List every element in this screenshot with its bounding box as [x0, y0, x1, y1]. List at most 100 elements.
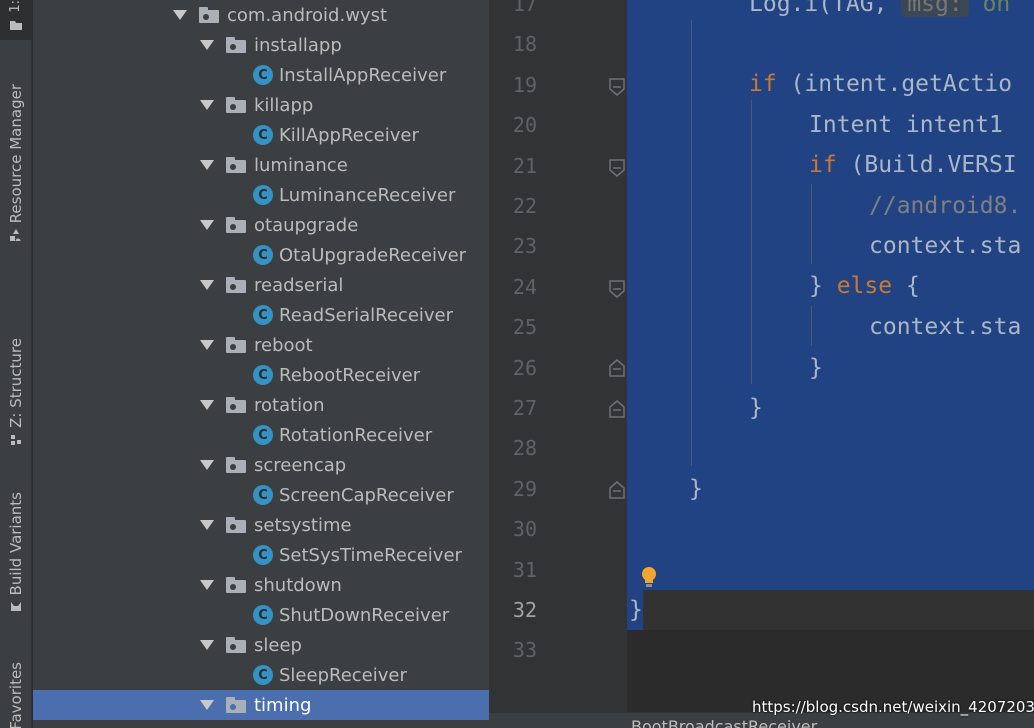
code-line-19: if (intent.getActio: [749, 64, 1012, 104]
tree-label: screencap: [254, 454, 347, 476]
tree-row-package[interactable]: installapp: [33, 30, 489, 60]
favorites-tab[interactable]: Favorites: [0, 662, 32, 728]
package-icon: [226, 457, 246, 473]
keyword: else: [836, 273, 893, 299]
fold-close-icon[interactable]: [608, 359, 626, 377]
tree-row-package[interactable]: reboot: [33, 330, 489, 360]
tree-label: timing: [254, 694, 312, 716]
keyword: if: [809, 152, 837, 178]
package-icon: [226, 217, 246, 233]
tree-row-package[interactable]: killapp: [33, 90, 489, 120]
tree-row-class[interactable]: C ScreenCapReceiver: [33, 480, 489, 510]
parameter-hint: msg:: [901, 0, 969, 17]
watermark: https://blog.csdn.net/weixin_42072033: [752, 698, 1034, 716]
project-tree-panel: com.android.wyst installapp C InstallAppRe…: [33, 0, 489, 728]
expand-arrow-icon[interactable]: [200, 100, 214, 110]
structure-tab[interactable]: Z: Structure: [0, 338, 32, 454]
fold-open-icon[interactable]: [608, 280, 626, 298]
line-number: 31: [512, 557, 537, 582]
code-text: (Build.VERSI: [836, 152, 1017, 178]
tree-row-package[interactable]: setsystime: [33, 510, 489, 540]
line-number: 17: [512, 0, 537, 16]
tree-row-class[interactable]: C KillAppReceiver: [33, 120, 489, 150]
tree-row-class[interactable]: C RotationReceiver: [33, 420, 489, 450]
tree-row-class[interactable]: C SetSysTimeReceiver: [33, 540, 489, 570]
tree-label: luminance: [254, 154, 348, 176]
fold-open-icon[interactable]: [608, 159, 626, 177]
tree-label: KillAppReceiver: [279, 124, 419, 146]
class-icon: C: [253, 545, 273, 565]
expand-arrow-icon[interactable]: [200, 640, 214, 650]
tree-row-class[interactable]: C ReadSerialReceiver: [33, 300, 489, 330]
expand-arrow-icon[interactable]: [200, 340, 214, 350]
tree-row-class[interactable]: C OtaUpgradeReceiver: [33, 240, 489, 270]
tree-label: reboot: [254, 334, 313, 356]
expand-arrow-icon[interactable]: [173, 10, 187, 20]
code-line-21: if (Build.VERSI: [809, 145, 1017, 185]
line-number: 28: [512, 436, 537, 461]
tree-row-class[interactable]: C RebootReceiver: [33, 360, 489, 390]
fold-close-icon[interactable]: [608, 481, 626, 499]
tree-row-class[interactable]: C SleepReceiver: [33, 660, 489, 690]
tree-row-class[interactable]: C InstallAppReceiver: [33, 60, 489, 90]
expand-arrow-icon[interactable]: [200, 400, 214, 410]
tree-row-class[interactable]: C LuminanceReceiver: [33, 180, 489, 210]
tree-label: ReadSerialReceiver: [279, 304, 454, 326]
code-line-22: //android8.: [869, 193, 1022, 219]
resource-manager-tab[interactable]: Resource Manager: [0, 84, 32, 254]
expand-arrow-icon[interactable]: [200, 700, 214, 710]
build-variants-label: Build Variants: [7, 492, 25, 596]
code-text: {: [892, 273, 920, 299]
line-number: 24: [512, 274, 537, 299]
folder-icon: [10, 20, 22, 30]
code-line-29: }: [689, 476, 703, 502]
tree-label: otaupgrade: [254, 214, 359, 236]
tree-row-package[interactable]: readserial: [33, 270, 489, 300]
expand-arrow-icon[interactable]: [200, 460, 214, 470]
line-number: 22: [512, 194, 537, 218]
code-editor[interactable]: Log.i(TAG, msg: on if (intent.getActio I…: [627, 0, 1034, 728]
package-icon: [226, 637, 246, 653]
project-tool-tab[interactable]: 1:: [0, 0, 32, 40]
code-text: }: [809, 273, 837, 299]
expand-arrow-icon[interactable]: [200, 520, 214, 530]
structure-label: Z: Structure: [7, 338, 25, 428]
tree-row-package[interactable]: otaupgrade: [33, 210, 489, 240]
code-text: on: [968, 0, 1011, 17]
class-icon: C: [253, 365, 273, 385]
line-number: 30: [512, 517, 537, 542]
indent-guide: [691, 20, 692, 466]
expand-arrow-icon[interactable]: [200, 580, 214, 590]
line-number: 23: [512, 234, 537, 259]
build-variants-tab[interactable]: Build Variants: [0, 492, 32, 622]
tree-row-package[interactable]: sleep: [33, 630, 489, 660]
code-line-25: context.sta: [869, 314, 1022, 340]
expand-arrow-icon[interactable]: [200, 220, 214, 230]
favorites-label: Favorites: [7, 662, 25, 728]
editor-gutter: 17 18 19 20 21 22 23 24 25 26 27 28 29 30 31 32 33: [489, 0, 627, 728]
tree-label: SleepReceiver: [279, 664, 407, 686]
expand-arrow-icon[interactable]: [200, 280, 214, 290]
tree-row-package[interactable]: shutdown: [33, 570, 489, 600]
code-text: Log.i(TAG,: [749, 0, 902, 17]
fold-close-icon[interactable]: [608, 400, 626, 418]
tree-row-selected-package[interactable]: timing: [33, 690, 489, 720]
indent-guide: [811, 184, 812, 264]
tree-label: SetSysTimeReceiver: [279, 544, 462, 566]
tree-label: shutdown: [254, 574, 342, 596]
fold-open-icon[interactable]: [608, 78, 626, 96]
tree-row-class[interactable]: C ShutDownReceiver: [33, 600, 489, 630]
code-line-32: }: [629, 597, 643, 623]
tree-row-package[interactable]: luminance: [33, 150, 489, 180]
expand-arrow-icon[interactable]: [200, 40, 214, 50]
line-number: 21: [512, 153, 537, 178]
tree-row-root-package[interactable]: com.android.wyst: [33, 0, 489, 30]
tree-row-package[interactable]: rotation: [33, 390, 489, 420]
breadcrumb[interactable]: BootBroadcastReceiver: [631, 717, 817, 728]
class-icon: C: [253, 665, 273, 685]
package-icon: [226, 277, 246, 293]
lightbulb-icon[interactable]: [640, 566, 658, 590]
expand-arrow-icon[interactable]: [200, 160, 214, 170]
tree-row-package[interactable]: screencap: [33, 450, 489, 480]
tree-label: ScreenCapReceiver: [279, 484, 454, 506]
